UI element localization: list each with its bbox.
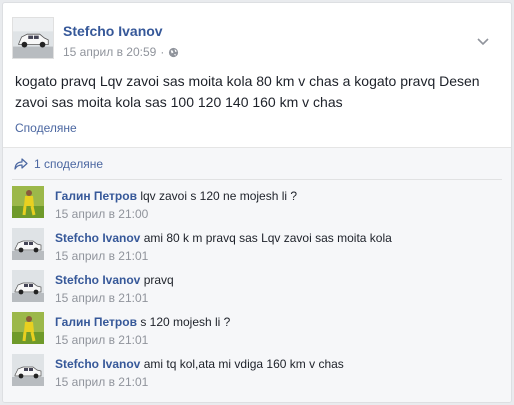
comment-timestamp[interactable]: 15 април в 21:00 — [55, 206, 297, 222]
feedback-section: 1 споделяне Галин Петров lqv zavoi s 120… — [3, 148, 511, 402]
comment: Stefcho Ivanov ami 80 k m pravq sas Lqv … — [12, 228, 502, 270]
chevron-down-icon[interactable] — [476, 37, 490, 47]
comment-text: ami tq kol,ata mi vdiga 160 km v chas — [143, 357, 344, 371]
comment-body: Галин Петров lqv zavoi s 120 ne mojesh l… — [55, 188, 297, 222]
comment-list: Галин Петров lqv zavoi s 120 ne mojesh l… — [12, 186, 502, 396]
commenter-avatar[interactable] — [12, 270, 44, 302]
share-count-label[interactable]: 1 споделяне — [34, 157, 103, 171]
post-timestamp[interactable]: 15 април в 20:59 — [63, 45, 156, 59]
comment-author[interactable]: Галин Петров — [55, 189, 137, 203]
post-card: Stefcho Ivanov 15 април в 20:59 · kogato… — [2, 2, 512, 403]
post-text: kogato pravq Lqv zavoi sas moita kola 80… — [15, 73, 480, 110]
comment: Галин Петров s 120 mojesh li ? 15 април … — [12, 312, 502, 354]
comment: Галин Петров lqv zavoi s 120 ne mojesh l… — [12, 186, 502, 228]
comment-author[interactable]: Stefcho Ivanov — [55, 273, 140, 287]
comment-text: pravq — [143, 273, 174, 287]
share-button[interactable]: Споделяне — [15, 121, 77, 135]
divider — [12, 179, 502, 180]
globe-icon[interactable] — [168, 47, 179, 58]
comment-author[interactable]: Галин Петров — [55, 315, 137, 329]
comment-timestamp[interactable]: 15 април в 21:01 — [55, 374, 344, 390]
comment-timestamp[interactable]: 15 април в 21:01 — [55, 290, 174, 306]
comment-text: lqv zavoi s 120 ne mojesh li ? — [140, 189, 298, 203]
comment-body: Stefcho Ivanov ami tq kol,ata mi vdiga 1… — [55, 356, 344, 390]
post-meta: 15 април в 20:59 · — [63, 45, 179, 59]
comment: Stefcho Ivanov ami tq kol,ata mi vdiga 1… — [12, 354, 502, 396]
share-count[interactable]: 1 споделяне — [14, 156, 103, 172]
comment-text: ami 80 k m pravq sas Lqv zavoi sas moita… — [143, 231, 392, 245]
share-arrow-icon — [14, 158, 28, 170]
commenter-avatar[interactable] — [12, 186, 44, 218]
comment-timestamp[interactable]: 15 април в 21:01 — [55, 332, 230, 348]
comment-author[interactable]: Stefcho Ivanov — [55, 231, 140, 245]
meta-separator: · — [160, 45, 165, 59]
post-header: Stefcho Ivanov 15 април в 20:59 · — [12, 17, 502, 61]
commenter-avatar[interactable] — [12, 354, 44, 386]
author-name[interactable]: Stefcho Ivanov — [63, 23, 163, 39]
comment-text: s 120 mojesh li ? — [140, 315, 231, 329]
comment: Stefcho Ivanov pravq 15 април в 21:01 — [12, 270, 502, 312]
commenter-avatar[interactable] — [12, 312, 44, 344]
comment-body: Stefcho Ivanov ami 80 k m pravq sas Lqv … — [55, 230, 392, 264]
comment-timestamp[interactable]: 15 април в 21:01 — [55, 248, 392, 264]
comment-body: Галин Петров s 120 mojesh li ? 15 април … — [55, 314, 230, 348]
comment-body: Stefcho Ivanov pravq 15 април в 21:01 — [55, 272, 174, 306]
author-avatar[interactable] — [12, 17, 54, 59]
commenter-avatar[interactable] — [12, 228, 44, 260]
comment-author[interactable]: Stefcho Ivanov — [55, 357, 140, 371]
